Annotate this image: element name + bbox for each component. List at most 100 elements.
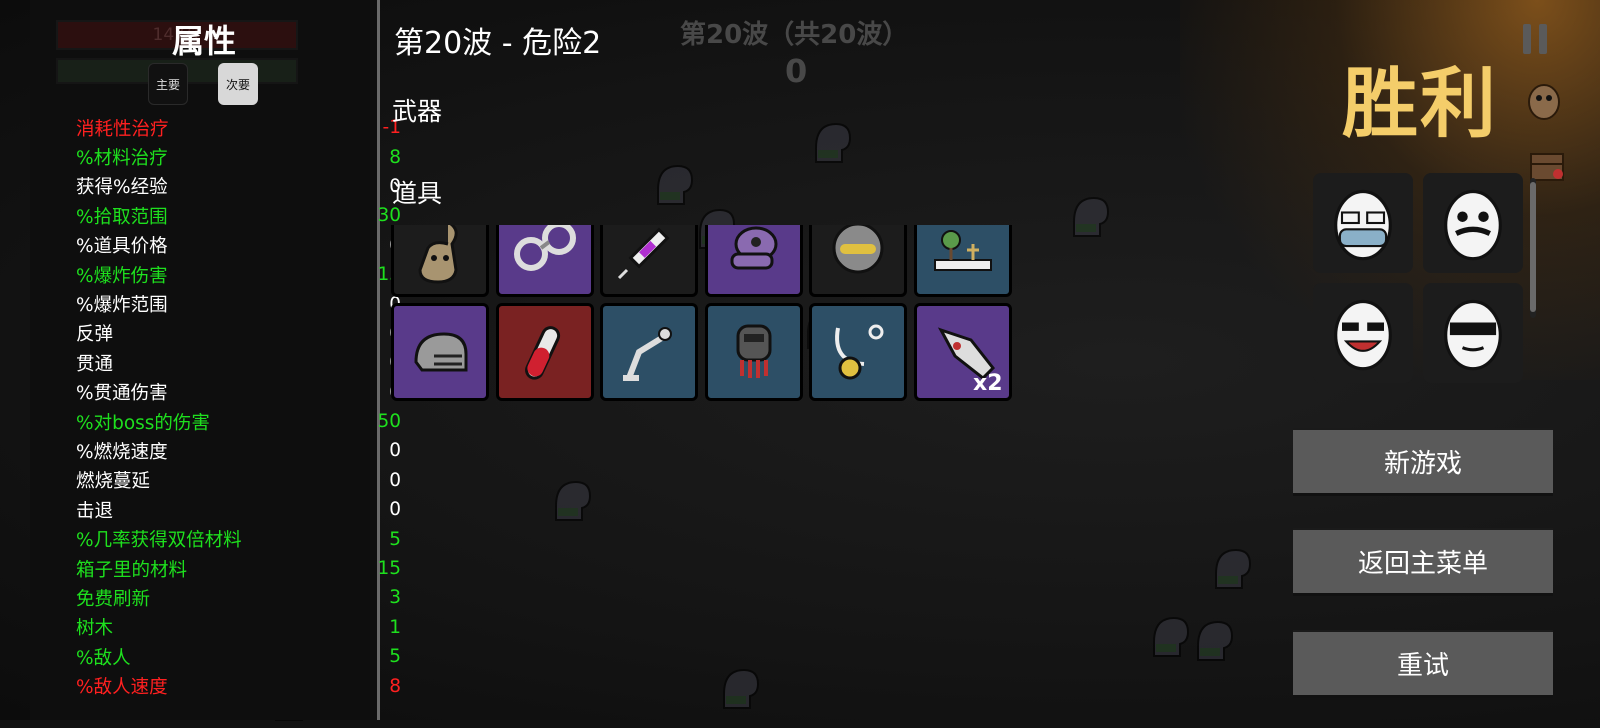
item-count: x2 (973, 371, 1003, 396)
stat-label: 击退 (76, 500, 114, 522)
victory-title: 胜利 (1342, 59, 1498, 148)
pause-icon[interactable] (1520, 22, 1550, 56)
stat-row: %爆炸伤害 15 (76, 260, 401, 289)
retry-button[interactable]: 重试 (1293, 630, 1553, 698)
alien-enemy-icon (1073, 196, 1110, 237)
stat-row: 免费刷新 3 (76, 583, 401, 612)
stat-label: 贯通 (76, 353, 114, 375)
wave-title: 第20波 - 危险2 (394, 26, 602, 61)
jellyfish-robot-icon (736, 324, 771, 378)
stat-label: %材料治疗 (76, 148, 168, 170)
stat-label: 免费刷新 (76, 588, 151, 610)
item-slot[interactable] (809, 225, 907, 297)
character-slot[interactable] (1423, 173, 1523, 273)
tab-secondary-stats[interactable]: 次要 (218, 63, 258, 105)
items-grid: x2 (391, 225, 1031, 425)
stat-row: %对boss的伤害 50 (76, 407, 401, 436)
item-slot[interactable] (809, 303, 907, 401)
new-game-button[interactable]: 新游戏 (1293, 428, 1553, 496)
stat-label: %燃烧速度 (76, 441, 168, 463)
character-slot[interactable] (1313, 173, 1413, 273)
item-slot[interactable] (704, 225, 803, 297)
stat-row: 击退 0 (76, 495, 401, 524)
stat-row: %拾取范围 30 (76, 201, 401, 230)
mustache-egg-icon (1444, 189, 1502, 261)
stat-label: 燃烧蔓延 (76, 471, 151, 493)
stat-label: %敌人 (76, 647, 131, 669)
item-slot[interactable] (495, 225, 594, 297)
stat-label: 反弹 (76, 324, 114, 346)
stat-row: %材料治疗 8 (76, 142, 401, 171)
alien-enemy-icon (657, 164, 694, 205)
stat-value: 0 (389, 499, 401, 521)
stat-row: 获得%经验 0 (76, 172, 401, 201)
item-slot[interactable] (495, 303, 594, 401)
stat-value: 1 (389, 616, 401, 638)
stat-row: %道具价格0 (76, 231, 401, 260)
syringe-icon (617, 227, 670, 280)
stat-label: 获得%经验 (76, 177, 168, 199)
stat-label: %拾取范围 (76, 206, 168, 228)
purple-toy-car-icon (730, 226, 777, 270)
stat-value: 8 (389, 675, 401, 697)
stat-row: 贯通0 (76, 348, 401, 377)
items-label: 道具 (392, 179, 443, 208)
gold-necklace-icon (835, 324, 884, 380)
blood-vial-icon (524, 326, 560, 380)
robotic-arm-icon (623, 327, 672, 381)
item-slot[interactable] (600, 225, 698, 297)
stat-label: %爆炸范围 (76, 295, 168, 317)
golden-helmet-ball-icon (832, 225, 884, 274)
stats-list: 消耗性治疗-1%材料治疗8获得%经验0%拾取范围30%道具价格0%爆炸伤害15%… (76, 113, 401, 701)
stat-value: 3 (389, 587, 401, 609)
alien-enemy-icon (1215, 548, 1252, 589)
stat-row: %贯通伤害0 (76, 378, 401, 407)
item-slot[interactable] (704, 303, 803, 401)
hook-creature-icon (418, 225, 458, 284)
stat-row: 燃烧蔓延 0 (76, 466, 401, 495)
stat-row: %几率获得双倍材料 5 (76, 524, 401, 553)
item-slot[interactable] (913, 225, 1012, 297)
stat-label: %敌人速度 (76, 677, 168, 699)
alien-enemy-icon (555, 480, 592, 521)
item-slot[interactable] (600, 303, 698, 401)
item-slot[interactable] (391, 303, 489, 401)
character-slot[interactable] (1313, 283, 1413, 383)
mask-glasses-egg-icon (1334, 189, 1392, 261)
stat-label: 箱子里的材料 (76, 559, 188, 581)
stat-value: 5 (389, 528, 401, 550)
handcuffs-icon (513, 225, 576, 271)
stats-title: 属性 (172, 22, 237, 60)
main-menu-button[interactable]: 返回主菜单 (1293, 528, 1553, 596)
item-slot[interactable]: x2 (913, 303, 1012, 401)
item-slot[interactable] (391, 225, 489, 297)
alien-enemy-icon (815, 122, 852, 163)
tab-primary-stats[interactable]: 主要 (148, 63, 188, 105)
stat-row: 树木 1 (76, 613, 401, 642)
characters-scroll-thumb[interactable] (1530, 182, 1536, 312)
potato-character-icon (1528, 84, 1560, 120)
stat-label: 消耗性治疗 (76, 118, 169, 140)
stat-value: 15 (377, 558, 401, 580)
weapons-label: 武器 (392, 97, 443, 126)
stat-row: 箱子里的材料 15 (76, 554, 401, 583)
stat-row: %燃烧速度 0 (76, 436, 401, 465)
grinning-glasses-egg-icon (1334, 299, 1392, 371)
stat-value: 0 (389, 469, 401, 491)
stat-row: %敌人速度 8 (76, 671, 401, 700)
stats-panel: 147/1 属性 主要 次要 消耗性治疗 -1 %材料治疗 8 获得%经验 0 %拾取范围 3… (30, 0, 401, 720)
character-slot[interactable] (1423, 283, 1523, 383)
stat-label: 树木 (76, 618, 114, 640)
wave-counter-ghost: 第20波（共20波） (680, 20, 909, 50)
alien-enemy-icon (1153, 616, 1190, 657)
stat-label: %几率获得双倍材料 (76, 530, 242, 552)
stat-value: 8 (389, 146, 401, 168)
sunglasses-egg-icon (1444, 299, 1502, 371)
stat-value: 5 (389, 646, 401, 668)
stat-row: 消耗性治疗 -1 (76, 113, 401, 142)
knight-helmet-icon (414, 332, 468, 372)
stat-label: %道具价格 (76, 236, 168, 258)
tree-garden-icon (933, 230, 992, 271)
stat-label: %对boss的伤害 (76, 412, 210, 434)
stat-value: 0 (389, 440, 401, 462)
